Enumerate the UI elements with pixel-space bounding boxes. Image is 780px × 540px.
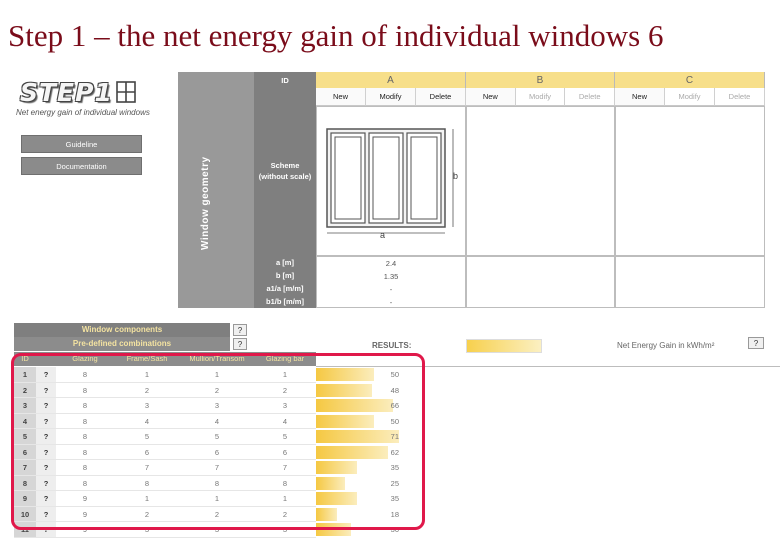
dimension-b-label: b [453, 171, 459, 181]
logo-subtitle: Net energy gain of individual windows [16, 108, 150, 117]
column-c-scheme [615, 106, 765, 256]
step1-logo: STEP1 [20, 78, 113, 107]
window-geometry-label: Window geometry [200, 156, 211, 250]
column-c-values [615, 256, 765, 308]
scheme-sublabel: (without scale) [258, 172, 312, 181]
predefined-help-button[interactable]: ? [233, 338, 247, 350]
column-c-header: C [615, 72, 765, 88]
results-summary-bar [466, 339, 542, 353]
predefined-combinations-header: Pre-defined combinations [14, 337, 230, 351]
window-grid-icon [116, 81, 136, 103]
param-label-a: a [m] [276, 258, 294, 267]
id-label: ID [281, 76, 289, 85]
column-a-buttons: New Modify Delete [316, 88, 466, 106]
column-a-delete-button[interactable]: Delete [416, 88, 466, 106]
column-b-delete-button[interactable]: Delete [565, 88, 616, 106]
column-b-header: B [466, 72, 615, 88]
highlight-annotation [11, 353, 425, 530]
column-a-modify-button[interactable]: Modify [366, 88, 416, 106]
column-b-modify-button[interactable]: Modify [515, 88, 566, 106]
column-c-new-button[interactable]: New [615, 88, 665, 106]
column-a-new-button[interactable]: New [316, 88, 366, 106]
results-label: RESULTS: [372, 341, 412, 350]
dimension-a-label: a [380, 230, 386, 240]
column-a-scheme [316, 106, 466, 256]
window-components-help-button[interactable]: ? [233, 324, 247, 336]
column-b-scheme [466, 106, 615, 256]
guideline-button[interactable]: Guideline [21, 135, 142, 153]
column-b-values [466, 256, 615, 308]
column-a-value-b: 1.35 [383, 272, 399, 281]
net-energy-gain-label: Net Energy Gain in kWh/m² [617, 341, 715, 350]
column-b-new-button[interactable]: New [466, 88, 516, 106]
column-a-value-b1b: - [389, 298, 393, 307]
column-c-delete-button[interactable]: Delete [715, 88, 765, 106]
column-a-values: 2.4 1.35 - - [316, 256, 466, 308]
documentation-button[interactable]: Documentation [21, 157, 142, 175]
column-b-buttons: New Modify Delete [466, 88, 616, 106]
column-a-value-a: 2.4 [385, 259, 397, 268]
scheme-label: Scheme [270, 161, 300, 170]
results-help-button[interactable]: ? [748, 337, 764, 349]
column-a-header: A [316, 72, 466, 88]
column-c-modify-button[interactable]: Modify [665, 88, 715, 106]
column-c-buttons: New Modify Delete [615, 88, 765, 106]
column-a-value-a1a: - [389, 285, 393, 294]
param-label-b1b: b1/b [m/m] [266, 297, 304, 306]
param-label-b: b [m] [275, 271, 295, 280]
geometry-section-band [178, 72, 254, 308]
window-components-header: Window components [14, 323, 230, 337]
window-scheme-drawing [326, 128, 454, 234]
param-label-a1a: a1/a [m/m] [266, 284, 304, 293]
slide-title: Step 1 – the net energy gain of individu… [8, 18, 664, 53]
